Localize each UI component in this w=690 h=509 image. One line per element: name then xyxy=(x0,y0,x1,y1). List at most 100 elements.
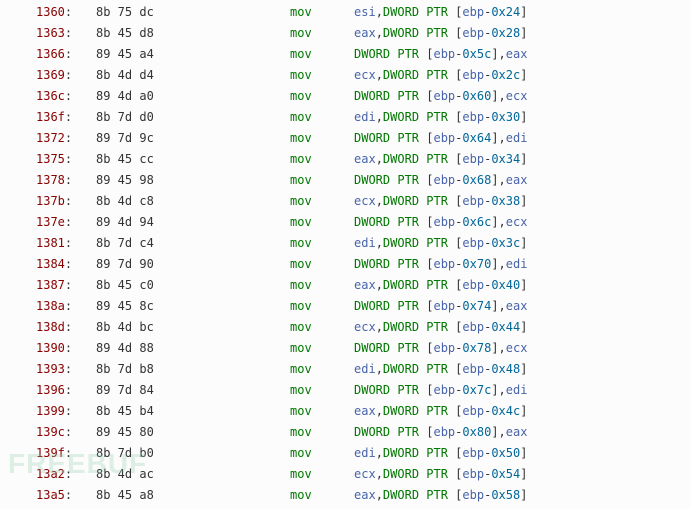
col-address: 1363: xyxy=(36,23,96,44)
bracket-close: ] xyxy=(520,110,527,124)
disassembly-row: 1396:89 7d 84movDWORD PTR [ebp-0x7c],edi xyxy=(0,380,690,401)
col-mnemonic: mov xyxy=(290,212,354,233)
address-value: 1399 xyxy=(36,404,65,418)
operand-register: ecx xyxy=(354,68,376,82)
operand-register: edi xyxy=(354,236,376,250)
col-address: 1390: xyxy=(36,338,96,359)
operand-base: ebp xyxy=(462,467,484,481)
col-hexbytes: 89 4d 94 xyxy=(96,212,290,233)
col-operands: DWORD PTR [ebp-0x5c],eax xyxy=(354,44,690,65)
address-value: 138a xyxy=(36,299,65,313)
address-colon: : xyxy=(65,278,72,292)
col-mnemonic: mov xyxy=(290,380,354,401)
col-mnemonic: mov xyxy=(290,422,354,443)
col-operands: eax,DWORD PTR [ebp-0x4c] xyxy=(354,401,690,422)
operand-size: DWORD PTR xyxy=(383,404,455,418)
operand-offset: 0x38 xyxy=(491,194,520,208)
address-value: 13a2 xyxy=(36,467,65,481)
operand-comma: , xyxy=(499,173,506,187)
operand-offset: 0x2c xyxy=(491,68,520,82)
col-address: 1384: xyxy=(36,254,96,275)
col-address: 1360: xyxy=(36,2,96,23)
col-mnemonic: mov xyxy=(290,86,354,107)
col-hexbytes: 89 45 a4 xyxy=(96,44,290,65)
operand-register: edi xyxy=(506,257,528,271)
operand-base: ebp xyxy=(462,362,484,376)
col-hexbytes: 8b 4d c8 xyxy=(96,191,290,212)
operand-register: edi xyxy=(506,383,528,397)
col-hexbytes: 8b 7d b0 xyxy=(96,443,290,464)
address-colon: : xyxy=(65,5,72,19)
col-operands: ecx,DWORD PTR [ebp-0x44] xyxy=(354,317,690,338)
bracket-close: ] xyxy=(520,362,527,376)
disassembly-row: 1366:89 45 a4movDWORD PTR [ebp-0x5c],eax xyxy=(0,44,690,65)
disassembly-row: 1381:8b 7d c4movedi,DWORD PTR [ebp-0x3c] xyxy=(0,233,690,254)
address-value: 136c xyxy=(36,89,65,103)
address-colon: : xyxy=(65,68,72,82)
disassembly-row: 1375:8b 45 ccmoveax,DWORD PTR [ebp-0x34] xyxy=(0,149,690,170)
disassembly-row: 1360:8b 75 dcmovesi,DWORD PTR [ebp-0x24] xyxy=(0,2,690,23)
operand-size: DWORD PTR xyxy=(354,341,426,355)
operand-comma: , xyxy=(499,257,506,271)
col-hexbytes: 8b 45 b4 xyxy=(96,401,290,422)
bracket-close: ] xyxy=(520,278,527,292)
operand-base: ebp xyxy=(433,299,455,313)
col-address: 1399: xyxy=(36,401,96,422)
disassembly-row: 1384:89 7d 90movDWORD PTR [ebp-0x70],edi xyxy=(0,254,690,275)
col-address: 1366: xyxy=(36,44,96,65)
operand-comma: , xyxy=(499,47,506,61)
operand-register: ecx xyxy=(354,467,376,481)
operand-comma: , xyxy=(499,425,506,439)
operand-base: ebp xyxy=(433,89,455,103)
address-value: 1363 xyxy=(36,26,65,40)
address-value: 1396 xyxy=(36,383,65,397)
disassembly-row: 137e:89 4d 94movDWORD PTR [ebp-0x6c],ecx xyxy=(0,212,690,233)
operand-base: ebp xyxy=(462,5,484,19)
operand-comma: , xyxy=(376,5,383,19)
address-value: 1387 xyxy=(36,278,65,292)
bracket-close: ] xyxy=(491,299,498,313)
disassembly-row: 1369:8b 4d d4movecx,DWORD PTR [ebp-0x2c] xyxy=(0,65,690,86)
col-mnemonic: mov xyxy=(290,44,354,65)
col-address: 139c: xyxy=(36,422,96,443)
col-address: 136f: xyxy=(36,107,96,128)
col-address: 1396: xyxy=(36,380,96,401)
col-operands: eax,DWORD PTR [ebp-0x40] xyxy=(354,275,690,296)
bracket-close: ] xyxy=(491,383,498,397)
col-address: 1372: xyxy=(36,128,96,149)
operand-comma: , xyxy=(376,362,383,376)
col-operands: edi,DWORD PTR [ebp-0x3c] xyxy=(354,233,690,254)
disassembly-row: 13a2:8b 4d acmovecx,DWORD PTR [ebp-0x54] xyxy=(0,464,690,485)
col-operands: ecx,DWORD PTR [ebp-0x38] xyxy=(354,191,690,212)
bracket-close: ] xyxy=(491,47,498,61)
operand-comma: , xyxy=(499,215,506,229)
operand-register: edi xyxy=(354,110,376,124)
operand-base: ebp xyxy=(462,68,484,82)
col-address: 13a5: xyxy=(36,485,96,506)
address-colon: : xyxy=(65,26,72,40)
operand-base: ebp xyxy=(433,215,455,229)
operand-offset: 0x6c xyxy=(462,215,491,229)
operand-offset: 0x7c xyxy=(462,383,491,397)
bracket-close: ] xyxy=(520,5,527,19)
operand-base: ebp xyxy=(433,341,455,355)
col-mnemonic: mov xyxy=(290,401,354,422)
col-hexbytes: 89 4d 88 xyxy=(96,338,290,359)
col-address: 1393: xyxy=(36,359,96,380)
col-operands: esi,DWORD PTR [ebp-0x24] xyxy=(354,2,690,23)
operand-offset: 0x28 xyxy=(491,26,520,40)
address-colon: : xyxy=(65,383,72,397)
operand-size: DWORD PTR xyxy=(383,110,455,124)
operand-size: DWORD PTR xyxy=(354,215,426,229)
address-value: 1393 xyxy=(36,362,65,376)
operand-base: ebp xyxy=(433,47,455,61)
operand-offset: 0x60 xyxy=(462,89,491,103)
bracket-close: ] xyxy=(520,404,527,418)
operand-register: edi xyxy=(354,362,376,376)
bracket-close: ] xyxy=(491,89,498,103)
operand-comma: , xyxy=(376,26,383,40)
col-hexbytes: 89 4d a0 xyxy=(96,86,290,107)
col-mnemonic: mov xyxy=(290,23,354,44)
address-value: 1390 xyxy=(36,341,65,355)
operand-offset: 0x54 xyxy=(491,467,520,481)
